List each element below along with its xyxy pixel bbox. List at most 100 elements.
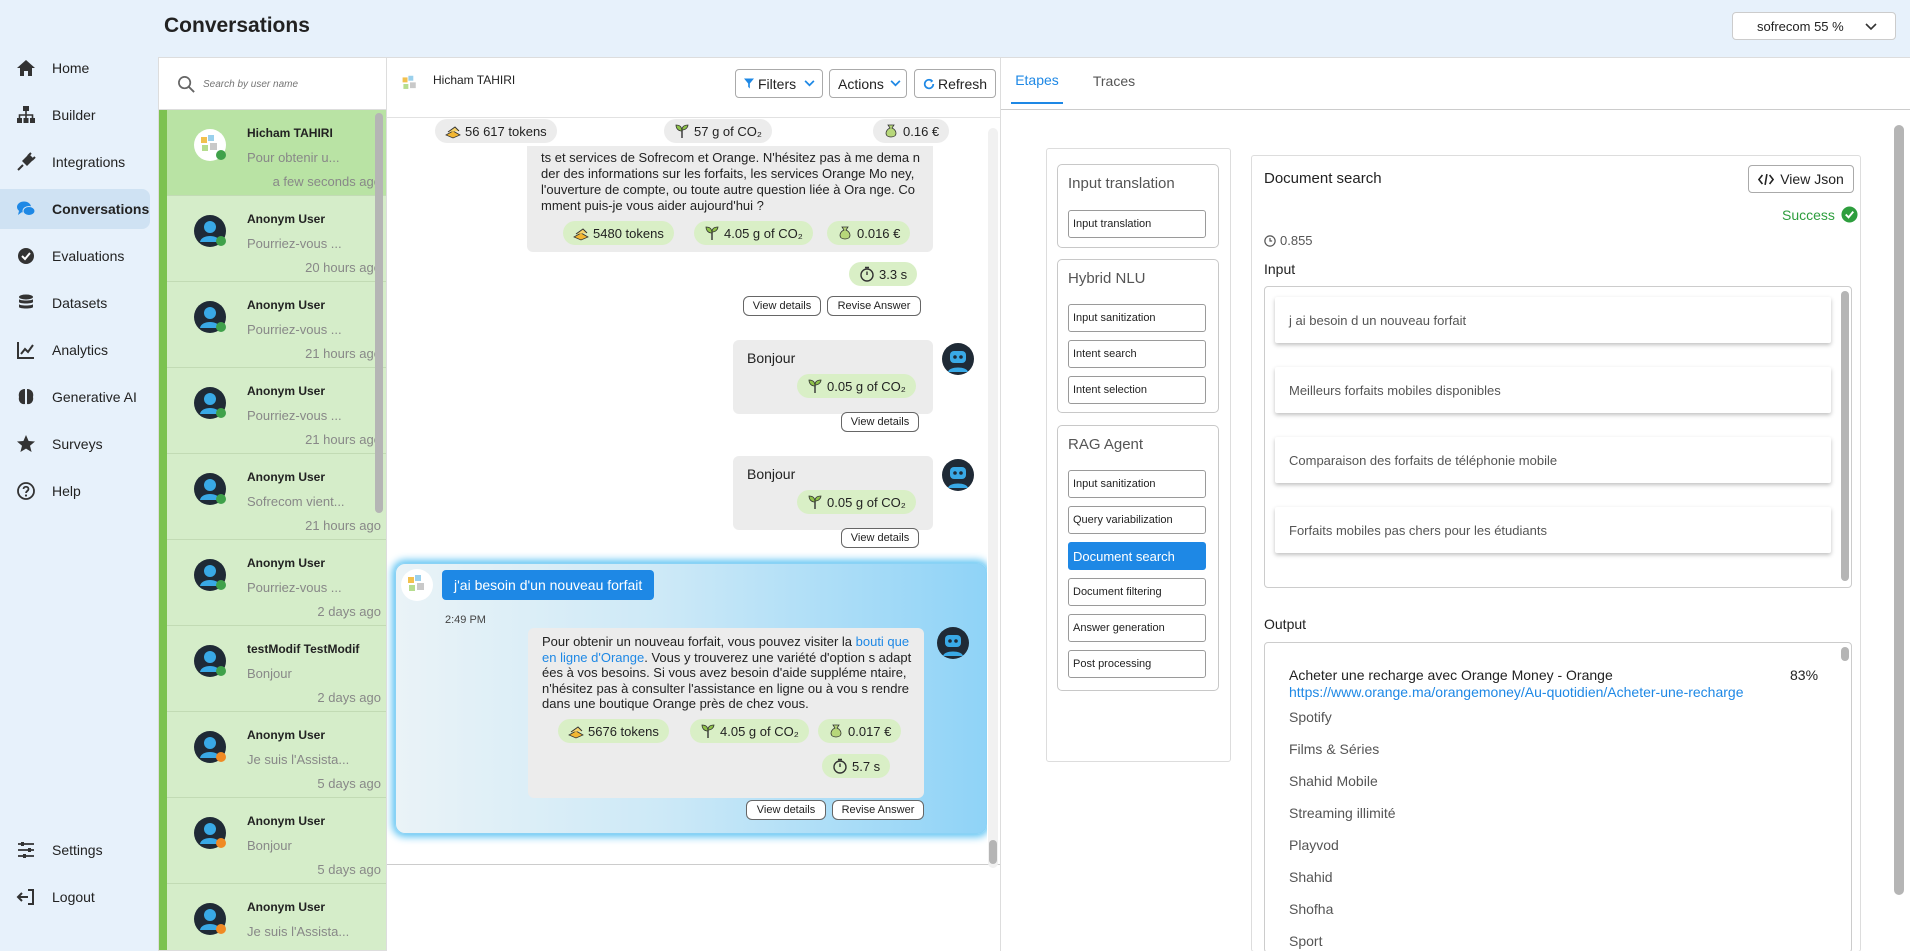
total-tokens: 56 617 tokens bbox=[465, 123, 547, 139]
anonymous-avatar-icon bbox=[194, 301, 226, 333]
anonymous-avatar-icon bbox=[194, 559, 226, 591]
chat-panel: Hicham TAHIRI Filters Actions Refresh 56… bbox=[387, 57, 1001, 951]
steps-panel: Input translation Input translation Hybr… bbox=[1046, 148, 1231, 762]
status-badge: Success bbox=[1782, 206, 1858, 223]
nav-label: Conversations bbox=[52, 201, 150, 217]
star-icon bbox=[17, 435, 35, 452]
view-json-button[interactable]: View Json bbox=[1748, 165, 1854, 193]
step-intent-selection[interactable]: Intent selection bbox=[1068, 376, 1206, 404]
nav-item-settings[interactable]: Settings bbox=[0, 830, 150, 870]
output-doc-url[interactable]: https://www.orange.ma/orangemoney/Au-quo… bbox=[1289, 684, 1743, 700]
step-group-input-translation: Input translation Input translation bbox=[1057, 164, 1219, 248]
user-avatar-logo bbox=[396, 70, 424, 98]
home-icon bbox=[17, 60, 35, 76]
cost-chip: 0.016 € bbox=[827, 221, 911, 245]
co2-chip: 0.05 g of CO₂ bbox=[797, 490, 916, 514]
step-intent-search[interactable]: Intent search bbox=[1068, 340, 1206, 368]
nav-item-integrations[interactable]: Integrations bbox=[0, 142, 150, 182]
conversation-item[interactable]: Anonym User Pourriez-vous ... 21 hours a… bbox=[167, 368, 386, 454]
conversation-preview: Bonjour bbox=[247, 838, 292, 853]
nav-item-generative-ai[interactable]: Generative AI bbox=[0, 377, 150, 417]
total-cost-chip: 0.16 € bbox=[873, 119, 950, 143]
conversation-item[interactable]: Anonym User Je suis l'Assista... 5 days … bbox=[167, 712, 386, 798]
view-details-button[interactable]: View details bbox=[743, 296, 821, 316]
revise-answer-label: Revise Answer bbox=[841, 804, 915, 816]
conversation-item[interactable]: Anonym User Pourriez-vous ... 2 days ago bbox=[167, 540, 386, 626]
step-label: Input translation bbox=[1073, 218, 1152, 230]
status-text: Success bbox=[1782, 206, 1835, 223]
org-select[interactable]: sofrecom 55 % bbox=[1732, 12, 1896, 40]
nav-item-evaluations[interactable]: Evaluations bbox=[0, 236, 150, 276]
duration-chip: 5.7 s bbox=[822, 754, 891, 778]
anonymous-avatar-icon bbox=[194, 731, 226, 763]
nav-item-logout[interactable]: Logout bbox=[0, 877, 150, 917]
nav-item-help[interactable]: Help bbox=[0, 471, 150, 511]
code-icon bbox=[1758, 173, 1775, 185]
view-details-button[interactable]: View details bbox=[841, 528, 919, 548]
view-details-button[interactable]: View details bbox=[746, 800, 826, 820]
conversation-list-panel: Hicham TAHIRI Pour obtenir u... a few se… bbox=[158, 57, 387, 951]
user-avatar-logo bbox=[401, 569, 433, 601]
stopwatch-icon bbox=[860, 266, 874, 282]
conversation-item[interactable]: testModif TestModif Bonjour 2 days ago bbox=[167, 626, 386, 712]
total-co2-chip: 57 g of CO₂ bbox=[664, 119, 772, 143]
chart-line-icon bbox=[17, 342, 34, 359]
input-label: Input bbox=[1264, 261, 1296, 277]
input-query-text: j ai besoin d un nouveau forfait bbox=[1289, 312, 1467, 328]
step-input-sanitization[interactable]: Input sanitization bbox=[1068, 304, 1206, 332]
sprout-icon bbox=[705, 226, 719, 240]
message-text: Bonjour bbox=[747, 350, 796, 366]
duration-readout: 0.855 bbox=[1264, 233, 1313, 248]
refresh-button[interactable]: Refresh bbox=[914, 69, 996, 98]
tab-etapes[interactable]: Etapes bbox=[1011, 58, 1063, 104]
input-query-text: Comparaison des forfaits de téléphonie m… bbox=[1289, 452, 1558, 468]
conversation-time: 20 hours ago bbox=[305, 260, 381, 275]
view-details-label: View details bbox=[756, 804, 816, 816]
input-query-item: Meilleurs forfaits mobiles disponibles bbox=[1275, 367, 1831, 413]
nav-item-home[interactable]: Home bbox=[0, 48, 150, 88]
nav-label: Generative AI bbox=[52, 389, 137, 405]
conversation-item[interactable]: Anonym User Bonjour 5 days ago bbox=[167, 798, 386, 884]
input-scrollbar[interactable] bbox=[1841, 291, 1849, 581]
revise-answer-button[interactable]: Revise Answer bbox=[832, 800, 924, 820]
user-message-time: 2:49 PM bbox=[445, 614, 486, 626]
nav-item-analytics[interactable]: Analytics bbox=[0, 330, 150, 370]
revise-answer-button[interactable]: Revise Answer bbox=[827, 296, 921, 316]
conversation-list-scrollbar[interactable] bbox=[375, 113, 383, 513]
nav-item-builder[interactable]: Builder bbox=[0, 95, 150, 135]
nav-item-surveys[interactable]: Surveys bbox=[0, 424, 150, 464]
tab-traces[interactable]: Traces bbox=[1089, 58, 1139, 104]
nav-item-conversations[interactable]: Conversations bbox=[0, 189, 150, 229]
search-input[interactable] bbox=[203, 74, 373, 94]
nav-label: Evaluations bbox=[52, 248, 125, 264]
search-icon bbox=[178, 76, 195, 93]
co2-chip: 4.05 g of CO₂ bbox=[694, 221, 813, 245]
conversation-item[interactable]: Anonym User Pourriez-vous ... 21 hours a… bbox=[167, 282, 386, 368]
nav-item-datasets[interactable]: Datasets bbox=[0, 283, 150, 323]
filters-button[interactable]: Filters bbox=[735, 69, 823, 98]
step-answer-generation[interactable]: Answer generation bbox=[1068, 614, 1206, 642]
user-message: j'ai besoin d'un nouveau forfait bbox=[442, 570, 655, 600]
input-query-text: Forfaits mobiles pas chers pour les étud… bbox=[1289, 522, 1547, 538]
step-document-filtering[interactable]: Document filtering bbox=[1068, 578, 1206, 606]
output-scrollbar[interactable] bbox=[1841, 647, 1849, 661]
chat-scrollbar[interactable] bbox=[989, 840, 997, 864]
step-input-translation[interactable]: Input translation bbox=[1068, 210, 1206, 238]
details-scrollbar[interactable] bbox=[1894, 125, 1904, 895]
chat-header: Hicham TAHIRI Filters Actions Refresh bbox=[387, 58, 1000, 118]
step-query-variabilization[interactable]: Query variabilization bbox=[1068, 506, 1206, 534]
step-document-search[interactable]: Document search bbox=[1068, 542, 1206, 570]
step-input-sanitization[interactable]: Input sanitization bbox=[1068, 470, 1206, 498]
step-label: Query variabilization bbox=[1073, 514, 1173, 526]
actions-button[interactable]: Actions bbox=[829, 69, 907, 98]
search-box[interactable] bbox=[159, 58, 386, 110]
conversation-item[interactable]: Anonym User Je suis l'Assista... bbox=[167, 884, 386, 950]
answer-text-start: Pour obtenir un nouveau forfait, vous po… bbox=[542, 634, 856, 649]
check-circle-icon bbox=[18, 248, 34, 264]
view-details-button[interactable]: View details bbox=[841, 412, 919, 432]
conversation-item[interactable]: Anonym User Pourriez-vous ... 20 hours a… bbox=[167, 196, 386, 282]
coin-stack-icon bbox=[568, 726, 584, 739]
conversation-item-selected[interactable]: Hicham TAHIRI Pour obtenir u... a few se… bbox=[167, 110, 386, 196]
step-post-processing[interactable]: Post processing bbox=[1068, 650, 1206, 678]
conversation-item[interactable]: Anonym User Sofrecom vient... 21 hours a… bbox=[167, 454, 386, 540]
